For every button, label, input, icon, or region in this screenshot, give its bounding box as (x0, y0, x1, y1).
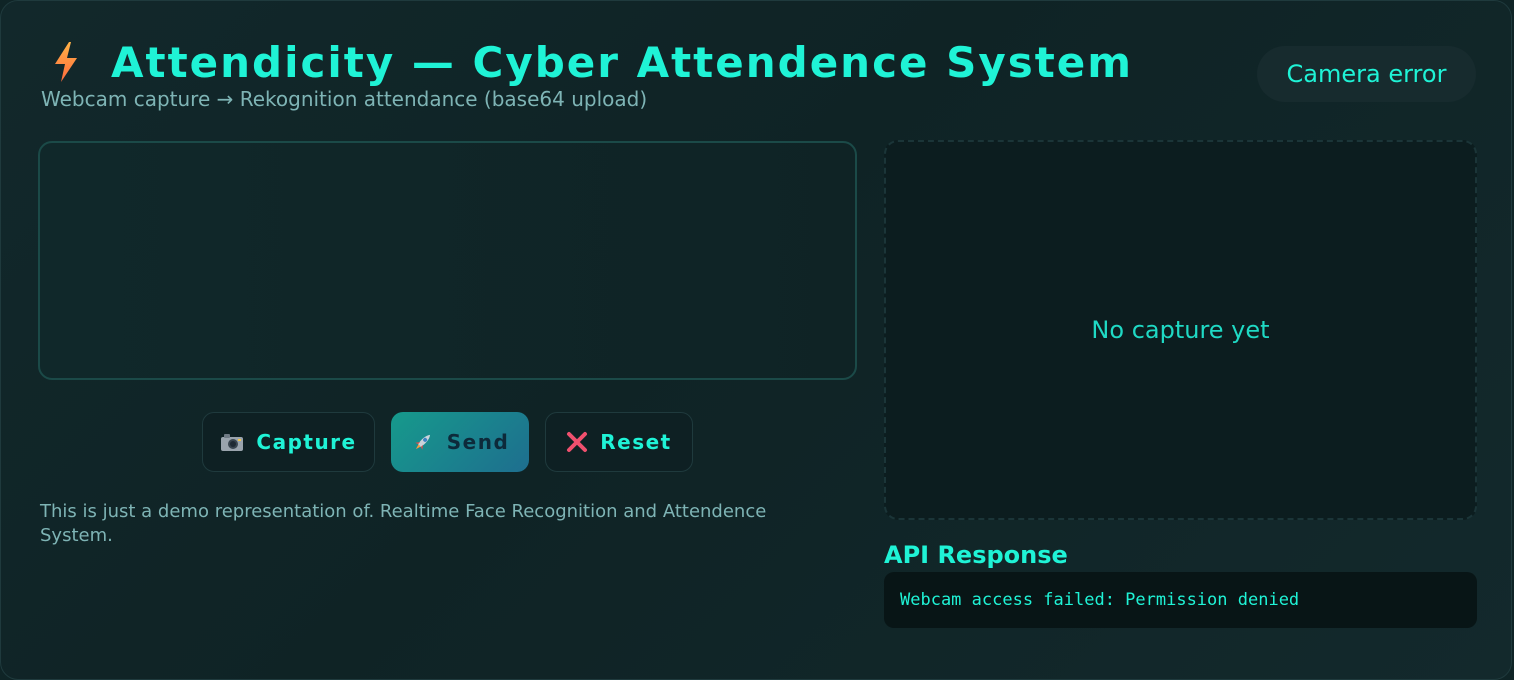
send-button-label: Send (446, 430, 510, 454)
preview-placeholder: No capture yet (1091, 316, 1270, 344)
capture-preview: No capture yet (884, 140, 1477, 520)
camera-icon (220, 432, 244, 452)
demo-note: This is just a demo representation of. R… (40, 501, 767, 546)
capture-button[interactable]: Capture (202, 412, 375, 472)
api-response-heading: API Response (884, 541, 1068, 569)
page-title: Attendicity — Cyber Attendence System (111, 37, 1134, 87)
reset-button-label: Reset (600, 430, 672, 454)
lightning-bolt-icon (51, 40, 81, 84)
webcam-video-feed (38, 141, 857, 380)
page-subtitle: Webcam capture → Rekognition attendance … (41, 87, 648, 111)
camera-status-badge: Camera error (1257, 46, 1476, 102)
api-response-panel: Webcam access failed: Permission denied (884, 572, 1477, 628)
capture-button-label: Capture (256, 430, 357, 454)
reset-button[interactable]: Reset (545, 412, 693, 472)
app-card: Attendicity — Cyber Attendence System We… (0, 0, 1512, 680)
api-response-text: Webcam access failed: Permission denied (900, 590, 1300, 610)
title-row: Attendicity — Cyber Attendence System (51, 37, 1133, 87)
rocket-icon (411, 430, 435, 454)
cross-mark-icon (566, 431, 588, 453)
send-button[interactable]: Send (391, 412, 529, 472)
